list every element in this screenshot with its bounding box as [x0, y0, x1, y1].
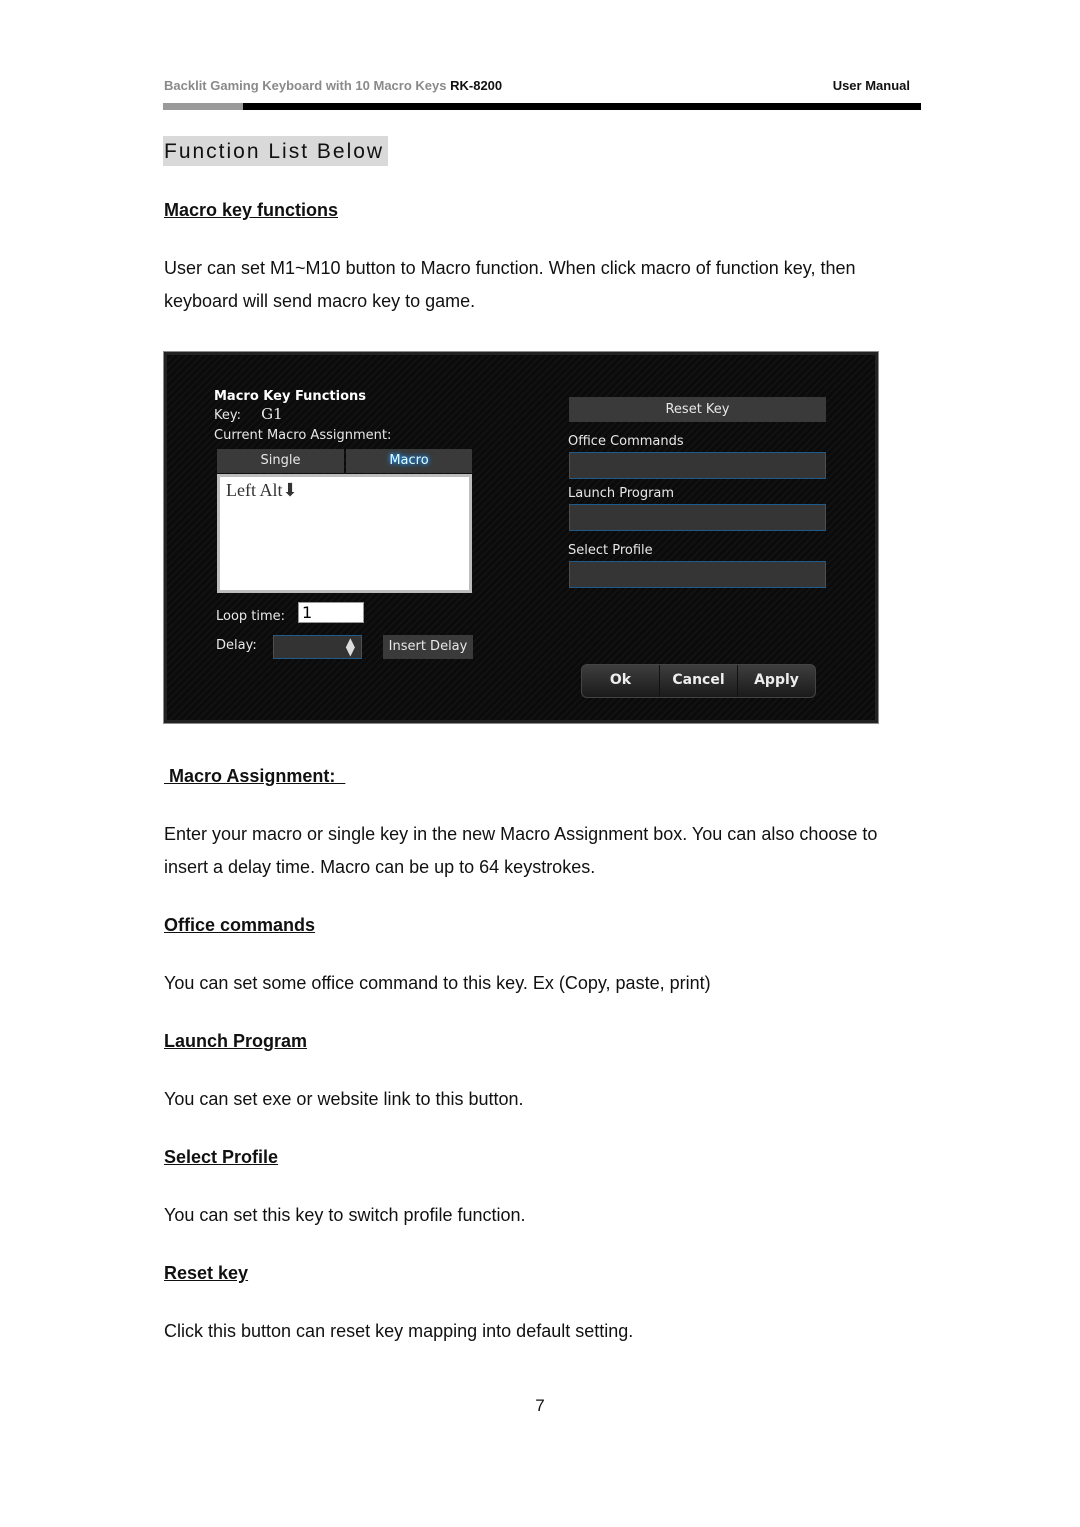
- current-assignment-label: Current Macro Assignment:: [214, 428, 392, 443]
- delay-label: Delay:: [216, 638, 257, 653]
- assignment-text: Left Alt⬇: [226, 480, 298, 500]
- paragraph-select-profile: You can set this key to switch profile f…: [164, 1205, 526, 1225]
- paragraph-office-commands: You can set some office command to this …: [164, 973, 711, 993]
- dialog-button-group: Ok Cancel Apply: [581, 664, 816, 698]
- reset-key-button[interactable]: Reset Key: [569, 397, 826, 422]
- paragraph-reset-key: Click this button can reset key mapping …: [164, 1321, 634, 1341]
- key-label: Key:: [214, 408, 242, 423]
- tab-macro[interactable]: Macro: [346, 449, 472, 473]
- tab-macro-label: Macro: [389, 453, 429, 468]
- header-model: RK-8200: [450, 78, 503, 93]
- header-rule: [163, 103, 921, 110]
- spinner-arrows-icon: ▲ ▼: [345, 635, 355, 658]
- dialog-title: Macro Key Functions: [214, 389, 366, 404]
- loop-time-input[interactable]: 1: [298, 602, 364, 623]
- paragraph-macro-assignment: Enter your macro or single key in the ne…: [164, 824, 878, 877]
- heading-macro-key-functions: Macro key functions: [164, 200, 339, 220]
- paragraph-macro-key-functions: User can set M1~M10 button to Macro func…: [164, 258, 856, 311]
- cancel-button[interactable]: Cancel: [660, 665, 738, 697]
- header-doc-type: User Manual: [832, 78, 910, 93]
- ok-button[interactable]: Ok: [582, 665, 660, 697]
- office-commands-label: Office Commands: [568, 434, 684, 449]
- header-product-name: Backlit Gaming Keyboard with 10 Macro Ke…: [164, 78, 447, 93]
- key-value: G1: [261, 405, 283, 423]
- paragraph-launch-program: You can set exe or website link to this …: [164, 1089, 524, 1109]
- header-product: Backlit Gaming Keyboard with 10 Macro Ke…: [164, 78, 502, 93]
- macro-dialog-screenshot: Macro Key Functions Key: G1 Current Macr…: [163, 351, 879, 724]
- launch-program-field[interactable]: [569, 504, 826, 531]
- key-row: Key: G1: [214, 405, 283, 423]
- delay-select[interactable]: ▲ ▼: [273, 635, 362, 659]
- select-profile-label: Select Profile: [568, 543, 653, 558]
- page-number: 7: [535, 1396, 545, 1415]
- select-profile-field[interactable]: [569, 561, 826, 588]
- heading-select-profile: Select Profile: [164, 1147, 279, 1167]
- section-title: Function List Below: [163, 136, 389, 166]
- heading-office-commands: Office commands: [164, 915, 316, 935]
- office-commands-field[interactable]: [569, 452, 826, 479]
- heading-launch-program: Launch Program: [164, 1031, 308, 1051]
- loop-time-label: Loop time:: [216, 609, 286, 624]
- insert-delay-button[interactable]: Insert Delay: [383, 635, 473, 659]
- heading-reset-key: Reset key: [164, 1263, 249, 1283]
- launch-program-label: Launch Program: [568, 486, 675, 501]
- macro-assignment-box[interactable]: Left Alt⬇: [217, 474, 472, 593]
- heading-macro-assignment: Macro Assignment:: [164, 766, 346, 786]
- tab-single[interactable]: Single: [217, 449, 344, 473]
- apply-button[interactable]: Apply: [738, 665, 815, 697]
